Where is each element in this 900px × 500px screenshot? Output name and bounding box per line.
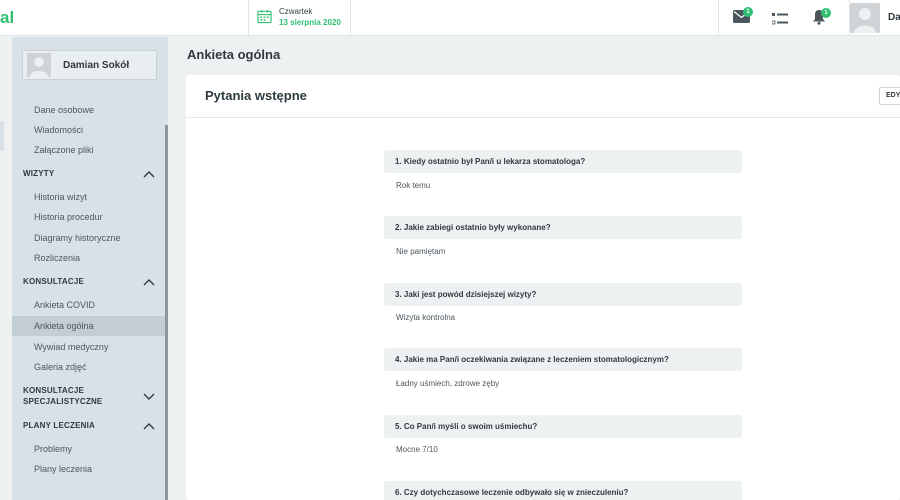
chevron-up-icon[interactable] [143,278,155,286]
user-silhouette-icon [854,8,876,33]
sidebar-item-ankieta-ogolna[interactable]: Ankieta ogólna [12,316,165,336]
list-icon [771,13,788,25]
sidebar-item-historia-procedur[interactable]: Historia procedur [12,207,165,227]
messages-badge: 1 [743,7,753,17]
sidebar-item-wiadomosci[interactable]: Wiadomości [12,120,165,140]
messages-button[interactable]: 1 [733,7,753,28]
sidebar-item-wywiad-medyczny[interactable]: Wywiad medyczny [12,337,165,357]
edit-button[interactable]: EDY [879,87,900,105]
collapsed-nav-marker [0,121,4,151]
collapsed-nav-strip [0,37,12,500]
card-title: Pytania wstępne [205,88,307,103]
chevron-up-icon[interactable] [143,422,155,430]
sidebar-item-galeria-zdjec[interactable]: Galeria zdjęć [12,357,165,377]
user-menu[interactable]: Da [849,0,900,36]
questionnaire-card: Pytania wstępne EDY 1. Kiedy ostatnio by… [186,75,900,500]
user-silhouette-icon [30,57,48,77]
date-full: 13 sierpnia 2020 [279,18,341,27]
date-weekday: Czwartek [279,7,313,16]
sidebar-item-ankieta-covid[interactable]: Ankieta COVID [12,295,165,315]
calendar-icon [257,9,272,24]
notifications-button[interactable]: 1 [812,8,831,30]
patient-profile-card[interactable]: Damian Sokół [22,50,157,80]
chevron-down-icon[interactable] [143,393,155,401]
sidebar-item-dane-osobowe[interactable]: Dane osobowe [12,100,165,120]
sidebar-item-plany-leczenia[interactable]: Plany leczenia [12,459,165,479]
card-header: Pytania wstępne EDY [186,75,900,118]
question-label: 3. Jaki jest powód dzisiejszej wizyty? [384,283,742,306]
sidebar: Damian Sokół Dane osobowe Wiadomości Zał… [12,37,168,500]
list-view-button[interactable] [771,12,788,30]
chevron-up-icon[interactable] [143,170,155,178]
patient-avatar [27,53,51,77]
question-label: 4. Jakie ma Pan/i oczekiwania związane z… [384,348,742,371]
sidebar-item-problemy[interactable]: Problemy [12,439,165,459]
topbar-actions: 1 1 Da [718,0,900,36]
question-label: 5. Co Pan/i myśli o swoim uśmiechu? [384,415,742,438]
avatar [850,3,880,33]
page-title: Ankieta ogólna [187,47,281,62]
top-bar: al Czwartek 13 sierpnia 2020 1 1 Da [0,0,900,36]
answer-text: Rok temu [396,181,431,190]
current-date: Czwartek 13 sierpnia 2020 [248,0,351,36]
question-label: 1. Kiedy ostatnio był Pan/i u lekarza st… [384,150,742,173]
user-name: Da [888,12,900,23]
answer-text: Wizyta kontrolna [396,313,456,322]
sidebar-item-rozliczenia[interactable]: Rozliczenia [12,248,165,268]
sidebar-item-diagramy-historyczne[interactable]: Diagramy historyczne [12,228,165,248]
question-label: 2. Jakie zabiegi ostatnio były wykonane? [384,216,742,239]
answer-text: Mocne 7/10 [396,445,438,454]
answer-text: Ładny uśmiech, zdrowe zęby [396,379,500,388]
patient-name: Damian Sokół [63,60,130,71]
app-logo[interactable]: al [0,8,14,28]
sidebar-scrollbar[interactable] [165,125,168,500]
question-label: 6. Czy dotychczasowe leczenie odbywało s… [384,481,742,500]
answer-text: Nie pamiętam [396,247,446,256]
sidebar-item-historia-wizyt[interactable]: Historia wizyt [12,187,165,207]
notifications-badge: 1 [821,8,831,18]
sidebar-item-zalaczone-pliki[interactable]: Załączone pliki [12,140,165,160]
